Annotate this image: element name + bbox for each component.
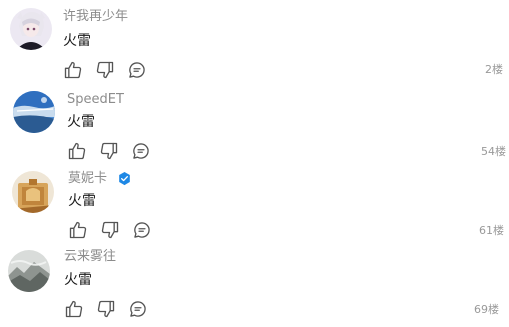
avatar[interactable] [10,8,52,50]
thumbs-down-icon[interactable] [100,220,120,240]
avatar[interactable] [13,91,55,133]
avatar[interactable] [12,171,54,213]
comment-item: 莫妮卡 火雷 61楼 [0,166,509,246]
comment-text: 火雷 [67,114,95,130]
thumbs-down-icon[interactable] [96,299,116,319]
floor-number: 61楼 [479,224,504,237]
comment-bubble-icon[interactable] [132,220,152,240]
thumbs-up-icon[interactable] [63,60,83,80]
floor-number: 69楼 [474,303,499,316]
username[interactable]: 莫妮卡 [68,171,107,187]
comment-bubble-icon[interactable] [131,141,151,161]
thumbs-down-icon[interactable] [99,141,119,161]
avatar[interactable] [8,250,50,292]
floor-number: 2楼 [485,63,503,76]
comment-text: 火雷 [63,33,91,49]
username[interactable]: 云来雾往 [64,249,116,265]
thumbs-up-icon[interactable] [64,299,84,319]
comment-text: 火雷 [64,272,92,288]
comment-item: SpeedET 火雷 54楼 [0,82,509,166]
verified-badge-icon [117,171,132,186]
thumbs-up-icon[interactable] [67,141,87,161]
thumbs-down-icon[interactable] [95,60,115,80]
comment-item: 云来雾往 火雷 69楼 [0,246,509,327]
comment-bubble-icon[interactable] [127,60,147,80]
username[interactable]: SpeedET [67,92,124,108]
comment-text: 火雷 [68,193,96,209]
thumbs-up-icon[interactable] [68,220,88,240]
comment-bubble-icon[interactable] [128,299,148,319]
floor-number: 54楼 [481,145,506,158]
comment-item: 许我再少年 火雷 2楼 [0,0,509,82]
username[interactable]: 许我再少年 [63,9,128,25]
